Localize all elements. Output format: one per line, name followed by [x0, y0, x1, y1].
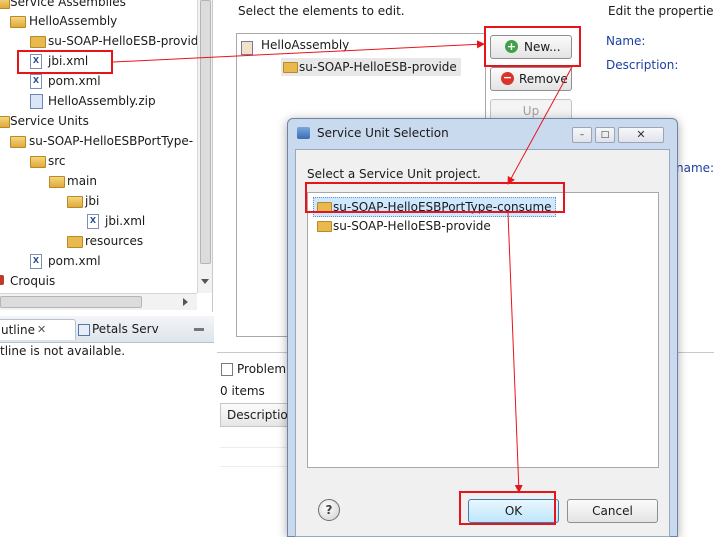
arrow-unit-to-ok: [507, 212, 523, 493]
arrow-new-to-unit: [507, 66, 573, 185]
arrow-jbi-to-new: [112, 40, 485, 63]
annotation-arrows: [112, 40, 573, 493]
